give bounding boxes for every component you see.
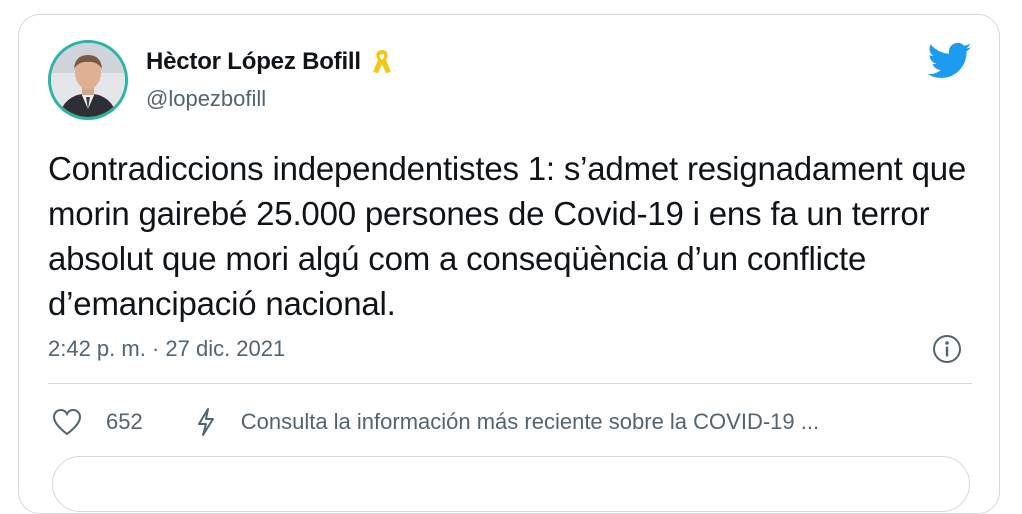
tweet-timestamp[interactable]: 2:42 p. m. · 27 dic. 2021: [48, 336, 285, 362]
yellow-ribbon-icon: [371, 48, 393, 76]
author-handle[interactable]: @lopezbofill: [146, 86, 266, 112]
lightning-bolt-icon: [195, 407, 217, 437]
action-bar: 652 Consulta la información más reciente…: [48, 404, 978, 440]
bottom-action-button[interactable]: [52, 456, 970, 512]
author-name[interactable]: Hèctor López Bofill: [146, 48, 361, 76]
info-icon[interactable]: [932, 334, 962, 364]
heart-icon[interactable]: [52, 408, 82, 436]
avatar[interactable]: [48, 40, 128, 120]
like-count: 652: [106, 409, 143, 434]
covid-info-link[interactable]: Consulta la información más reciente sob…: [241, 409, 819, 435]
tweet-text: Contradiccions independentistes 1: s’adm…: [48, 150, 967, 322]
divider: [48, 383, 972, 384]
twitter-bird-icon[interactable]: [927, 42, 972, 80]
author-row: Hèctor López Bofill: [146, 48, 393, 76]
